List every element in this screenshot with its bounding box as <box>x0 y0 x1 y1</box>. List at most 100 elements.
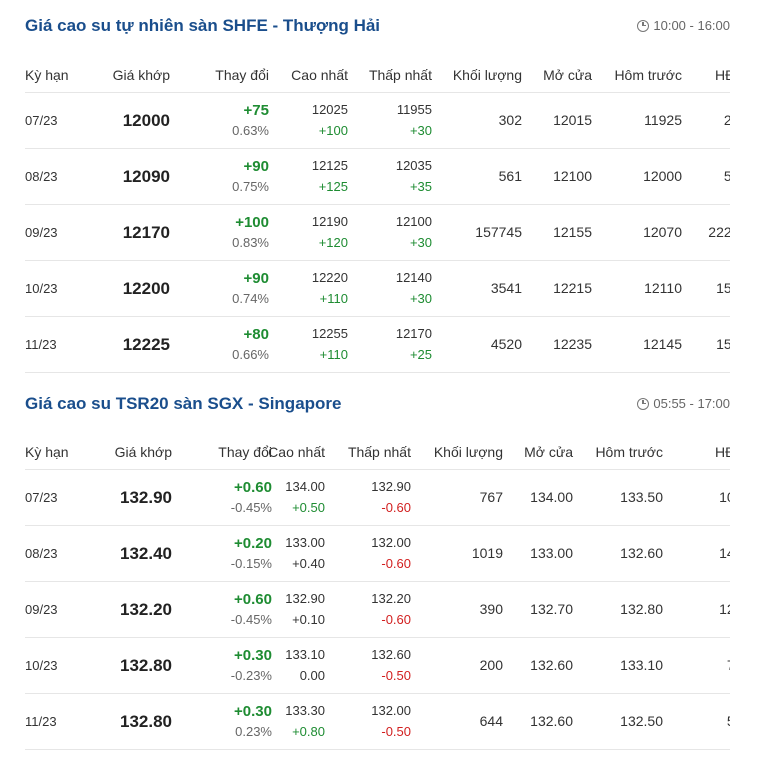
open-interest-cell: 2519 <box>723 112 730 128</box>
change-value: +90 <box>243 270 269 287</box>
term-cell: 10/23 <box>25 281 58 296</box>
table-header-row: Kỳ hạn Giá khớp Thay đổi Cao nhất Thấp nhất K… <box>25 435 730 470</box>
change-percent: -0.45% <box>230 500 272 515</box>
section-header: Giá cao su tự nhiên sàn SHFE - Thượng Hả… <box>25 16 730 46</box>
open-price-cell: 132.60 <box>530 657 573 673</box>
open-price-cell: 132.70 <box>530 601 573 617</box>
volume-cell: 561 <box>498 168 522 184</box>
table-row: 07/23 132.90 +0.60 -0.45% 134.00 +0.50 132.90 -… <box>25 470 730 526</box>
volume-cell: 4520 <box>490 336 522 352</box>
open-interest-cell: 5538 <box>723 168 730 184</box>
column-header: Kỳ hạn <box>25 444 69 460</box>
high-price: 12190 <box>311 214 348 229</box>
open-price-cell: 12155 <box>553 224 592 240</box>
low-change: -0.50 <box>381 724 411 739</box>
change-percent: 0.66% <box>232 347 269 362</box>
column-header: Hôm trước <box>595 444 663 460</box>
high-price: 12255 <box>311 326 348 341</box>
open-price-cell: 12235 <box>553 336 592 352</box>
low-price: 12140 <box>395 270 432 285</box>
open-interest-cell: 222940 <box>708 224 730 240</box>
column-header: HĐ mở <box>715 67 730 83</box>
table-row: 10/23 12200 +90 0.74% 12220 +110 12140 +30 3541 1… <box>25 261 730 317</box>
section-title: Giá cao su tự nhiên sàn SHFE - Thượng Hả… <box>25 16 381 35</box>
change-percent: 0.75% <box>232 179 269 194</box>
column-header: Hôm trước <box>614 67 682 83</box>
high-price: 133.10 <box>285 647 325 662</box>
change-percent: 0.74% <box>232 291 269 306</box>
high-price: 134.00 <box>285 479 325 494</box>
open-price-cell: 133.00 <box>530 545 573 561</box>
low-price: 132.90 <box>371 479 411 494</box>
low-change: +35 <box>409 179 432 194</box>
change-percent: 0.63% <box>232 123 269 138</box>
clock-icon <box>637 19 650 32</box>
previous-price-cell: 132.50 <box>620 713 663 729</box>
low-price: 12170 <box>395 326 432 341</box>
column-header: Giá khớp <box>114 444 172 460</box>
high-price: 12125 <box>311 158 348 173</box>
high-price: 12025 <box>311 102 348 117</box>
clock-icon <box>637 397 650 410</box>
match-price-cell: 12090 <box>122 167 170 186</box>
previous-price-cell: 12070 <box>643 224 682 240</box>
change-value: +0.60 <box>234 591 272 608</box>
open-price-cell: 12015 <box>553 112 592 128</box>
table-row: 11/23 12225 +80 0.66% 12255 +110 12170 +25 4520 1… <box>25 317 730 373</box>
open-price-cell: 132.60 <box>530 713 573 729</box>
low-price: 132.20 <box>371 591 411 606</box>
low-price: 132.60 <box>371 647 411 662</box>
high-change: +0.50 <box>292 500 325 515</box>
open-interest-cell: 7205 <box>727 657 730 673</box>
low-change: -0.60 <box>381 612 411 627</box>
change-percent: -0.23% <box>230 668 272 683</box>
change-value: +0.30 <box>234 647 272 664</box>
low-change: +30 <box>409 291 432 306</box>
volume-cell: 200 <box>479 657 503 673</box>
change-value: +90 <box>243 158 269 175</box>
high-change: +0.10 <box>292 612 325 627</box>
column-header: Mở cửa <box>524 444 573 460</box>
term-cell: 07/23 <box>25 490 58 505</box>
high-price: 132.90 <box>285 591 325 606</box>
trading-hours: 05:55 - 17:00 <box>637 396 730 411</box>
volume-cell: 3541 <box>490 280 522 296</box>
open-interest-cell: 5540 <box>727 713 730 729</box>
previous-price-cell: 132.60 <box>620 545 663 561</box>
low-price: 12100 <box>395 214 432 229</box>
column-header: Khối lượng <box>433 444 503 460</box>
term-cell: 08/23 <box>25 169 58 184</box>
high-change: +0.80 <box>292 724 325 739</box>
term-cell: 08/23 <box>25 546 58 561</box>
trading-hours-text: 10:00 - 16:00 <box>653 18 730 33</box>
high-change: 0.00 <box>299 668 325 683</box>
volume-cell: 157745 <box>475 224 522 240</box>
volume-cell: 1019 <box>471 545 503 561</box>
low-change: +30 <box>409 235 432 250</box>
shfe-price-table: Kỳ hạn Giá khớp Thay đổi Cao nhất Thấp nhất K… <box>25 58 730 373</box>
column-header: Thay đổi <box>215 67 269 83</box>
match-price-cell: 12225 <box>122 335 170 354</box>
high-change: +100 <box>318 123 348 138</box>
open-interest-cell: 14752 <box>719 545 730 561</box>
change-percent: 0.23% <box>235 724 272 739</box>
high-change: +110 <box>319 291 348 306</box>
change-percent: 0.83% <box>232 235 269 250</box>
volume-cell: 767 <box>479 489 503 505</box>
column-header: Cao nhất <box>291 67 348 83</box>
column-header: Thay đổi <box>218 444 272 460</box>
low-price: 12035 <box>395 158 432 173</box>
column-header: Cao nhất <box>268 444 325 460</box>
section-header: Giá cao su TSR20 sàn SGX - Singapore 05:… <box>25 394 730 424</box>
match-price-cell: 132.40 <box>120 544 172 563</box>
low-price: 132.00 <box>371 535 411 550</box>
trading-hours: 10:00 - 16:00 <box>637 18 730 33</box>
change-percent: -0.45% <box>230 612 272 627</box>
low-change: -0.50 <box>381 668 411 683</box>
table-header-row: Kỳ hạn Giá khớp Thay đổi Cao nhất Thấp nhất K… <box>25 58 730 93</box>
open-price-cell: 12215 <box>553 280 592 296</box>
column-header: Kỳ hạn <box>25 67 69 83</box>
previous-price-cell: 12145 <box>643 336 682 352</box>
low-price: 11955 <box>396 102 432 117</box>
change-value: +0.60 <box>234 479 272 496</box>
